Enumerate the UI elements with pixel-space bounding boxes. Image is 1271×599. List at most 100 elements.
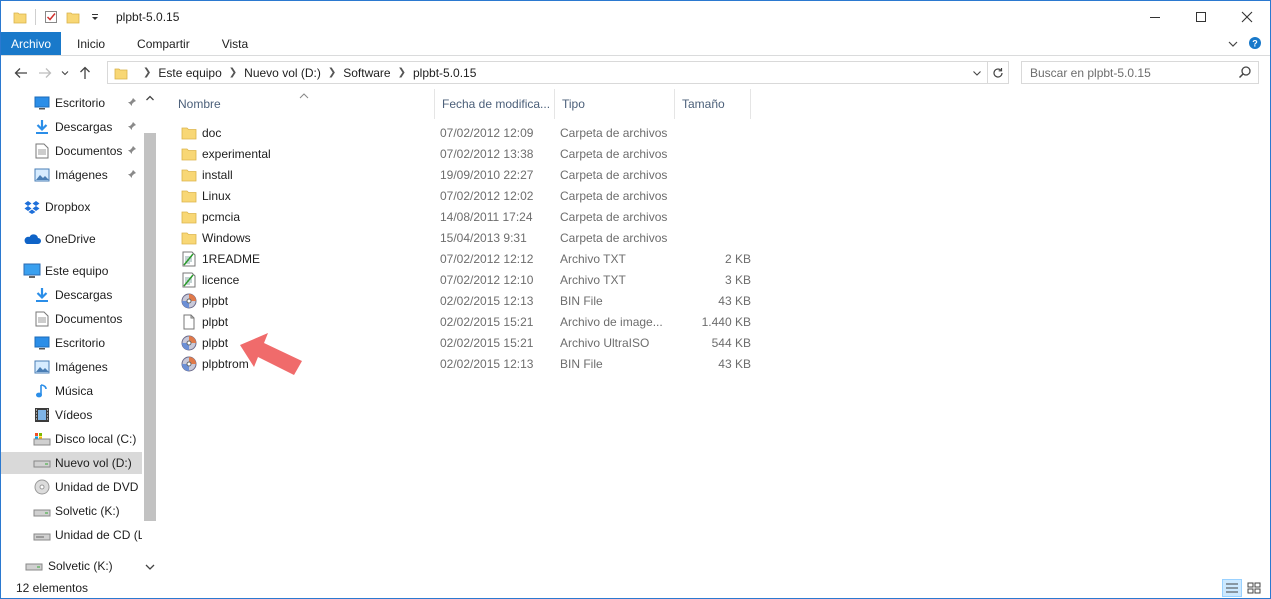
nav-item-label: Disco local (C:) bbox=[55, 432, 137, 446]
pin-icon[interactable] bbox=[127, 96, 137, 110]
forward-button[interactable] bbox=[33, 61, 57, 85]
file-name-cell[interactable]: doc bbox=[171, 125, 435, 141]
file-type: BIN File bbox=[560, 356, 603, 371]
text-file-icon bbox=[181, 251, 197, 267]
file-name-cell[interactable]: experimental bbox=[171, 146, 435, 162]
breadcrumb-este-equipo[interactable]: Este equipo bbox=[158, 66, 221, 80]
details-view-button[interactable] bbox=[1222, 579, 1242, 597]
breadcrumb-software[interactable]: Software bbox=[343, 66, 390, 80]
nav-item-escritorio-pinned[interactable]: Escritorio bbox=[1, 92, 142, 114]
search-box[interactable] bbox=[1021, 61, 1259, 84]
file-name: doc bbox=[202, 125, 222, 140]
refresh-button[interactable] bbox=[987, 62, 1008, 83]
file-name-cell[interactable]: install bbox=[171, 167, 435, 183]
chevron-right-icon[interactable]: ❯ bbox=[229, 67, 237, 78]
pin-icon[interactable] bbox=[127, 144, 137, 158]
customize-toolbar-dropdown-icon[interactable] bbox=[84, 6, 106, 28]
file-row[interactable]: licence 07/02/2012 12:10 Archivo TXT 3 KB bbox=[171, 269, 761, 290]
file-name-cell[interactable]: Windows bbox=[171, 230, 435, 246]
pin-icon[interactable] bbox=[127, 120, 137, 134]
file-row[interactable]: plpbt 02/02/2015 12:13 BIN File 43 KB bbox=[171, 290, 761, 311]
file-name-cell[interactable]: licence bbox=[171, 272, 435, 288]
file-date: 07/02/2012 12:12 bbox=[440, 251, 534, 266]
properties-icon[interactable] bbox=[40, 6, 62, 28]
nav-item-documentos[interactable]: Documentos bbox=[1, 308, 142, 330]
nav-item-escritorio[interactable]: Escritorio bbox=[1, 332, 142, 354]
desktop-icon bbox=[33, 94, 51, 112]
nav-item-imagenes-pinned[interactable]: Imágenes bbox=[1, 164, 142, 186]
file-row[interactable]: 1README 07/02/2012 12:12 Archivo TXT 2 KB bbox=[171, 248, 761, 269]
file-name-cell[interactable]: Linux bbox=[171, 188, 435, 204]
file-row[interactable]: plpbt 02/02/2015 15:21 Archivo de image...… bbox=[171, 311, 761, 332]
breadcrumb-nuevo-vol[interactable]: Nuevo vol (D:) bbox=[244, 66, 321, 80]
nav-item-descargas-pinned[interactable]: Descargas bbox=[1, 116, 142, 138]
tab-compartir[interactable]: Compartir bbox=[121, 32, 206, 55]
drive-icon bbox=[25, 561, 43, 571]
file-name-cell[interactable]: pcmcia bbox=[171, 209, 435, 225]
file-name-cell[interactable]: 1README bbox=[171, 251, 435, 267]
expand-ribbon-button[interactable] bbox=[1228, 38, 1238, 52]
file-row[interactable]: Windows 15/04/2013 9:31 Carpeta de archivo… bbox=[171, 227, 761, 248]
tab-archivo[interactable]: Archivo bbox=[1, 32, 62, 55]
file-row[interactable]: doc 07/02/2012 12:09 Carpeta de archivos bbox=[171, 122, 761, 143]
file-date: 02/02/2015 12:13 bbox=[440, 356, 534, 371]
nav-item-imagenes[interactable]: Imágenes bbox=[1, 356, 142, 378]
scrollbar-thumb[interactable] bbox=[144, 133, 156, 521]
help-button[interactable]: ? bbox=[1248, 36, 1262, 53]
search-icon[interactable] bbox=[1238, 65, 1252, 82]
nav-item-unidad-dvd[interactable]: Unidad de DVD R bbox=[1, 476, 142, 498]
nav-item-unidad-cd[interactable]: Unidad de CD (L bbox=[1, 524, 142, 546]
file-row[interactable]: pcmcia 14/08/2011 17:24 Carpeta de archivo… bbox=[171, 206, 761, 227]
back-button[interactable] bbox=[9, 61, 33, 85]
file-type: Carpeta de archivos bbox=[560, 209, 668, 224]
file-row[interactable]: install 19/09/2010 22:27 Carpeta de archiv… bbox=[171, 164, 761, 185]
navigation-scrollbar[interactable] bbox=[142, 89, 158, 525]
file-row[interactable]: experimental 07/02/2012 13:38 Carpeta de a… bbox=[171, 143, 761, 164]
address-dropdown-button[interactable] bbox=[968, 62, 986, 83]
chevron-right-icon[interactable]: ❯ bbox=[328, 67, 336, 78]
chevron-right-icon[interactable]: ❯ bbox=[398, 67, 406, 78]
file-name: pcmcia bbox=[202, 209, 241, 224]
file-date: 07/02/2012 12:02 bbox=[440, 188, 534, 203]
documents-icon bbox=[33, 310, 51, 328]
title-bar: plpbt-5.0.15 bbox=[1, 1, 1270, 32]
nav-item-nuevo-vol-d[interactable]: Nuevo vol (D:) bbox=[1, 452, 142, 474]
close-button[interactable] bbox=[1224, 1, 1270, 32]
chevron-right-icon[interactable]: ❯ bbox=[143, 67, 151, 78]
column-header-type[interactable]: Tipo bbox=[555, 89, 675, 119]
nav-bottom-item[interactable]: Solvetic (K:) bbox=[1, 555, 161, 577]
nav-item-este-equipo[interactable]: Este equipo bbox=[1, 260, 142, 282]
large-icons-view-button[interactable] bbox=[1244, 579, 1264, 597]
nav-item-solvetic-k[interactable]: Solvetic (K:) bbox=[1, 500, 142, 522]
minimize-button[interactable] bbox=[1132, 1, 1178, 32]
recent-locations-button[interactable] bbox=[57, 61, 73, 85]
maximize-button[interactable] bbox=[1178, 1, 1224, 32]
quick-access-toolbar bbox=[1, 1, 106, 32]
nav-item-videos[interactable]: Vídeos bbox=[1, 404, 142, 426]
file-row[interactable]: Linux 07/02/2012 12:02 Carpeta de archivos bbox=[171, 185, 761, 206]
file-type: Carpeta de archivos bbox=[560, 167, 668, 182]
column-header-date[interactable]: Fecha de modifica... bbox=[435, 89, 555, 119]
search-input[interactable] bbox=[1030, 65, 1230, 80]
file-name-cell[interactable]: plpbt bbox=[171, 293, 435, 309]
file-list: Nombre Fecha de modifica... Tipo Tamaño … bbox=[171, 89, 1270, 575]
nav-item-descargas[interactable]: Descargas bbox=[1, 284, 142, 306]
file-type: Archivo de image... bbox=[560, 314, 663, 329]
nav-item-documentos-pinned[interactable]: Documentos bbox=[1, 140, 142, 162]
tab-inicio[interactable]: Inicio bbox=[61, 32, 121, 55]
scroll-up-icon[interactable] bbox=[145, 92, 155, 106]
arrow-up-icon bbox=[80, 66, 90, 79]
up-button[interactable] bbox=[73, 61, 97, 85]
chevron-down-icon[interactable] bbox=[145, 561, 155, 575]
breadcrumb-plpbt[interactable]: plpbt-5.0.15 bbox=[413, 66, 476, 80]
file-name-cell[interactable]: plpbt bbox=[171, 314, 435, 330]
new-folder-icon[interactable] bbox=[62, 6, 84, 28]
nav-item-dropbox[interactable]: Dropbox bbox=[1, 196, 142, 218]
nav-item-musica[interactable]: Música bbox=[1, 380, 142, 402]
pin-icon[interactable] bbox=[127, 168, 137, 182]
address-bar[interactable]: ❯ Este equipo ❯ Nuevo vol (D:) ❯ Softwar… bbox=[107, 61, 1009, 84]
tab-vista[interactable]: Vista bbox=[206, 32, 264, 55]
nav-item-disco-local-c[interactable]: Disco local (C:) bbox=[1, 428, 142, 450]
column-header-size[interactable]: Tamaño bbox=[675, 89, 751, 119]
nav-item-onedrive[interactable]: OneDrive bbox=[1, 228, 142, 250]
